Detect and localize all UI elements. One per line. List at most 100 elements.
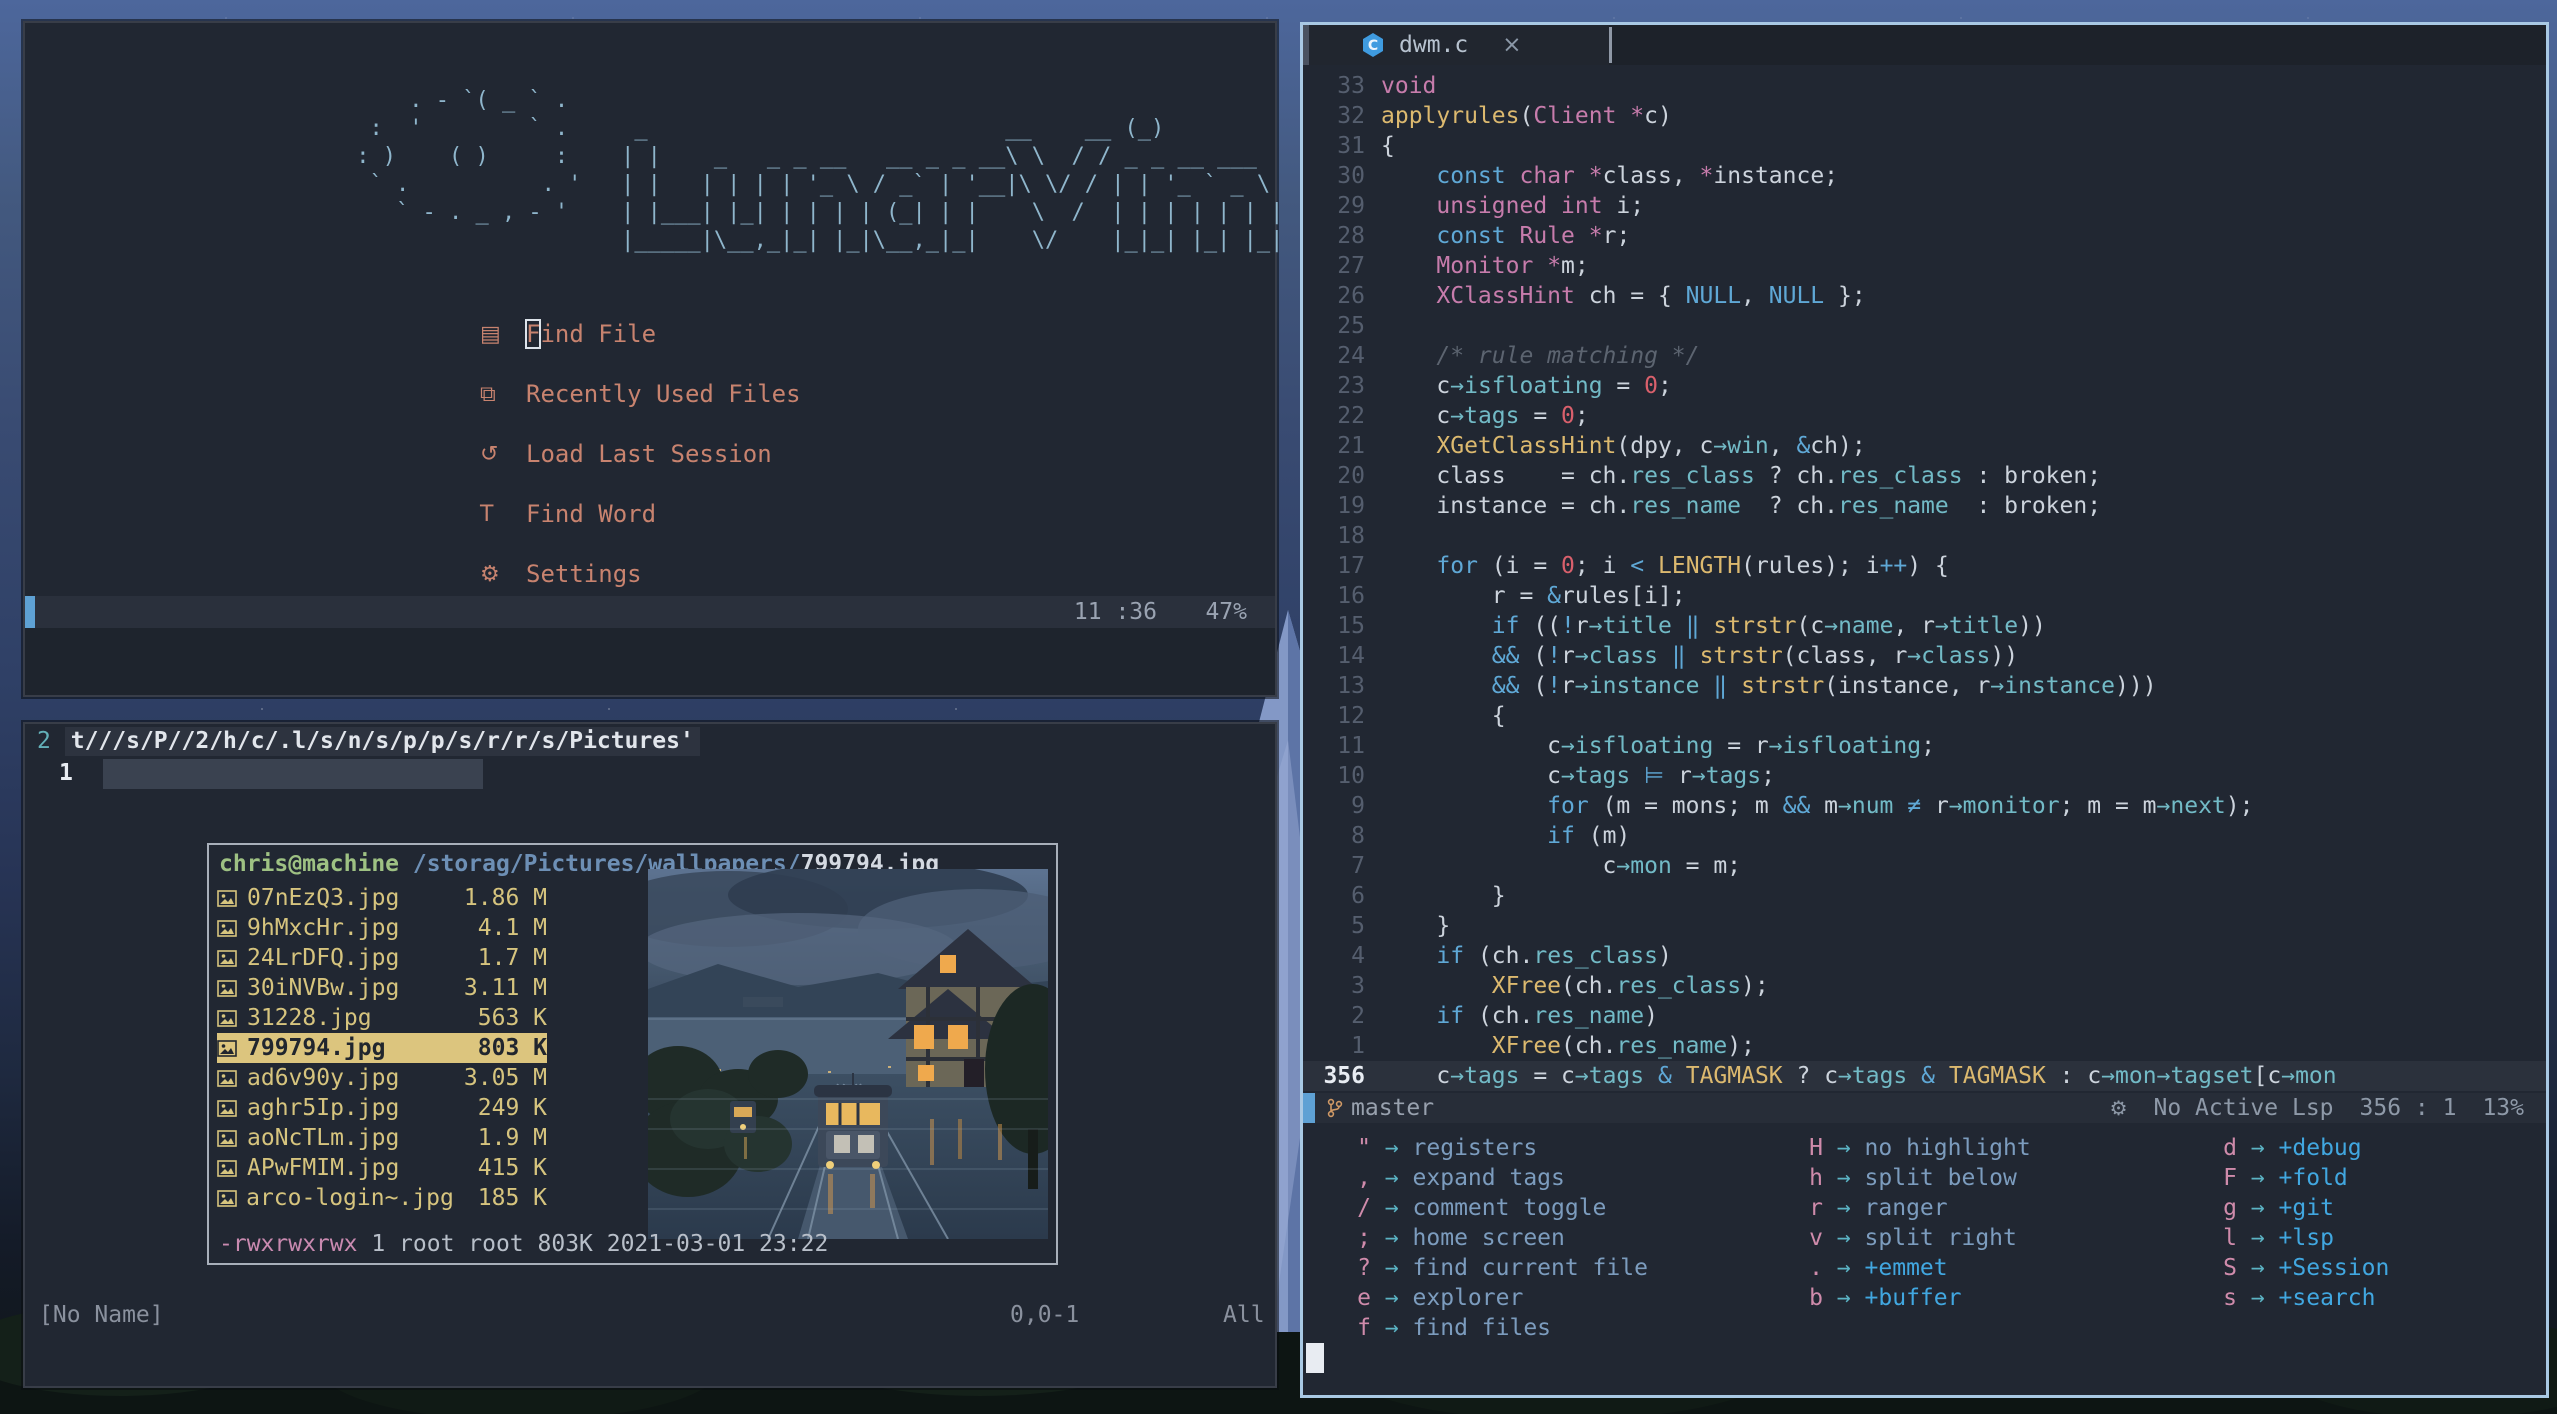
- git-branch[interactable]: master: [1327, 1093, 1434, 1123]
- code-line[interactable]: 28 const Rule *r;: [1303, 221, 2546, 251]
- image-file-icon: [217, 1129, 247, 1147]
- visual-selection-block: [103, 759, 483, 789]
- code-line[interactable]: 4 if (ch.res_class): [1303, 941, 2546, 971]
- binding-description: home screen: [1412, 1225, 1565, 1251]
- whichkey-binding[interactable]: S → +Session: [2209, 1253, 2389, 1283]
- code-line[interactable]: 27 Monitor *m;: [1303, 251, 2546, 281]
- line-number: 29: [1337, 193, 1365, 219]
- menu-item-find-word[interactable]: T Find Word: [480, 499, 1275, 529]
- buffer-name: [No Name]: [39, 1302, 164, 1328]
- code-line[interactable]: 19 instance = ch.res_name ? ch.res_name …: [1303, 491, 2546, 521]
- tab-title: dwm.c: [1399, 32, 1469, 58]
- whichkey-binding[interactable]: h → split below: [1795, 1163, 2031, 1193]
- code-line[interactable]: 24 /* rule matching */: [1303, 341, 2546, 371]
- whichkey-binding[interactable]: " → registers: [1343, 1133, 1648, 1163]
- whichkey-binding[interactable]: v → split right: [1795, 1223, 2031, 1253]
- whichkey-binding[interactable]: s → +search: [2209, 1283, 2389, 1313]
- whichkey-binding[interactable]: d → +debug: [2209, 1133, 2389, 1163]
- code-line[interactable]: 1 XFree(ch.res_name);: [1303, 1031, 2546, 1061]
- whichkey-binding[interactable]: b → +buffer: [1795, 1283, 2031, 1313]
- arrow-icon: →: [2237, 1255, 2279, 1281]
- arrow-icon: →: [2237, 1225, 2279, 1251]
- whichkey-binding[interactable]: e → explorer: [1343, 1283, 1648, 1313]
- whichkey-binding[interactable]: l → +lsp: [2209, 1223, 2389, 1253]
- whichkey-binding[interactable]: r → ranger: [1795, 1193, 2031, 1223]
- file-row[interactable]: 07nEzQ3.jpg 1.86 M: [217, 883, 547, 913]
- line-number: 20: [1337, 463, 1365, 489]
- code-text: if (ch.res_class): [1436, 943, 1672, 969]
- menu-item-find-file[interactable]: ▤ Find File: [480, 319, 1275, 349]
- whichkey-binding[interactable]: ? → find current file: [1343, 1253, 1648, 1283]
- menu-item-settings[interactable]: ⚙ Settings: [480, 559, 1275, 589]
- block-cursor: F: [524, 319, 542, 349]
- code-line[interactable]: 14 && (!r→class ‖ strstr(class, r→class)…: [1303, 641, 2546, 671]
- code-line[interactable]: 29 unsigned int i;: [1303, 191, 2546, 221]
- menu-item-recently-used-files[interactable]: ⧉ Recently Used Files: [480, 379, 1275, 409]
- code-line[interactable]: 16 r = &rules[i];: [1303, 581, 2546, 611]
- code-line[interactable]: 25: [1303, 311, 2546, 341]
- binding-description: expand tags: [1412, 1165, 1565, 1191]
- close-icon[interactable]: ×: [1502, 30, 1521, 60]
- code-line[interactable]: 18: [1303, 521, 2546, 551]
- code-line[interactable]: 7 c→mon = m;: [1303, 851, 2546, 881]
- whichkey-binding[interactable]: H → no highlight: [1795, 1133, 2031, 1163]
- code-line[interactable]: 356 c→tags = c→tags & TAGMASK ? c→tags &…: [1303, 1061, 2546, 1091]
- file-row[interactable]: 31228.jpg 563 K: [217, 1003, 547, 1033]
- code-line[interactable]: 20 class = ch.res_class ? ch.res_class :…: [1303, 461, 2546, 491]
- file-name: 31228.jpg: [247, 1005, 372, 1031]
- code-line[interactable]: 22 c→tags = 0;: [1303, 401, 2546, 431]
- file-row[interactable]: arco-login~.jpg 185 K: [217, 1183, 547, 1213]
- file-row[interactable]: 24LrDFQ.jpg 1.7 M: [217, 943, 547, 973]
- tab-dwm-c[interactable]: C dwm.c ×: [1309, 25, 1609, 65]
- code-line[interactable]: 32 applyrules(Client *c): [1303, 101, 2546, 131]
- whichkey-binding[interactable]: . → +emmet: [1795, 1253, 2031, 1283]
- lsp-status: No Active Lsp: [2153, 1095, 2334, 1121]
- code-line[interactable]: 30 const char *class, *instance;: [1303, 161, 2546, 191]
- key-label: S: [2223, 1255, 2237, 1281]
- scroll-indicator: All: [1223, 1302, 1265, 1328]
- code-line[interactable]: 11 c→isfloating = r→isfloating;: [1303, 731, 2546, 761]
- command-line-cursor: [1306, 1343, 1324, 1373]
- code-line[interactable]: 2 if (ch.res_name): [1303, 1001, 2546, 1031]
- file-row[interactable]: 9hMxcHr.jpg 4.1 M: [217, 913, 547, 943]
- code-line[interactable]: 8 if (m): [1303, 821, 2546, 851]
- code-text: c→tags ⊨ r→tags;: [1381, 763, 1775, 789]
- line-number: 18: [1337, 523, 1365, 549]
- code-line[interactable]: 10 c→tags ⊨ r→tags;: [1303, 761, 2546, 791]
- code-line[interactable]: 6 }: [1303, 881, 2546, 911]
- lsp-gear-icon: ⚙: [2109, 1096, 2128, 1120]
- whichkey-binding[interactable]: / → comment toggle: [1343, 1193, 1648, 1223]
- image-file-icon: [217, 1009, 247, 1027]
- code-text: r = &rules[i];: [1381, 583, 1686, 609]
- code-line[interactable]: 15 if ((!r→title ‖ strstr(c→name, r→titl…: [1303, 611, 2546, 641]
- code-line[interactable]: 33 void: [1303, 71, 2546, 101]
- code-area: 33 void 32 applyrules(Client *c) 31{30 const…: [1303, 71, 2546, 1091]
- code-text: }: [1381, 913, 1451, 939]
- code-line[interactable]: 26 XClassHint ch = { NULL, NULL };: [1303, 281, 2546, 311]
- file-manager-popup: chris@machine /storag/Pictures/wallpaper…: [207, 843, 1058, 1265]
- file-row[interactable]: 30iNVBw.jpg 3.11 M: [217, 973, 547, 1003]
- whichkey-binding[interactable]: ; → home screen: [1343, 1223, 1648, 1253]
- code-line[interactable]: 12 {: [1303, 701, 2546, 731]
- code-line[interactable]: 9 for (m = mons; m && m→num ≠ r→monitor;…: [1303, 791, 2546, 821]
- menu-item-load-last-session[interactable]: ↺ Load Last Session: [480, 439, 1275, 469]
- code-line[interactable]: 5 }: [1303, 911, 2546, 941]
- code-line[interactable]: 13 && (!r→instance ‖ strstr(instance, r→…: [1303, 671, 2546, 701]
- code-line[interactable]: 21 XGetClassHint(dpy, c→win, &ch);: [1303, 431, 2546, 461]
- line-number: 19: [1337, 493, 1365, 519]
- file-row[interactable]: 799794.jpg 803 K: [217, 1033, 547, 1063]
- whichkey-binding[interactable]: f → find files: [1343, 1313, 1648, 1343]
- whichkey-binding[interactable]: F → +fold: [2209, 1163, 2389, 1193]
- file-row[interactable]: APwFMIM.jpg 415 K: [217, 1153, 547, 1183]
- code-line[interactable]: 23 c→isfloating = 0;: [1303, 371, 2546, 401]
- code-line[interactable]: 17 for (i = 0; i < LENGTH(rules); i++) {: [1303, 551, 2546, 581]
- file-row[interactable]: aghr5Ip.jpg 249 K: [217, 1093, 547, 1123]
- command-line-history-row[interactable]: 2 t///s/P//2/h/c/.l/s/n/s/p/p/s/r/r/s/Pi…: [37, 727, 700, 758]
- code-line[interactable]: 3 XFree(ch.res_class);: [1303, 971, 2546, 1001]
- whichkey-binding[interactable]: g → +git: [2209, 1193, 2389, 1223]
- arrow-icon: →: [1371, 1285, 1413, 1311]
- file-row[interactable]: ad6v90y.jpg 3.05 M: [217, 1063, 547, 1093]
- file-row[interactable]: aoNcTLm.jpg 1.9 M: [217, 1123, 547, 1153]
- whichkey-binding[interactable]: , → expand tags: [1343, 1163, 1648, 1193]
- code-line[interactable]: 31 {: [1303, 131, 2546, 161]
